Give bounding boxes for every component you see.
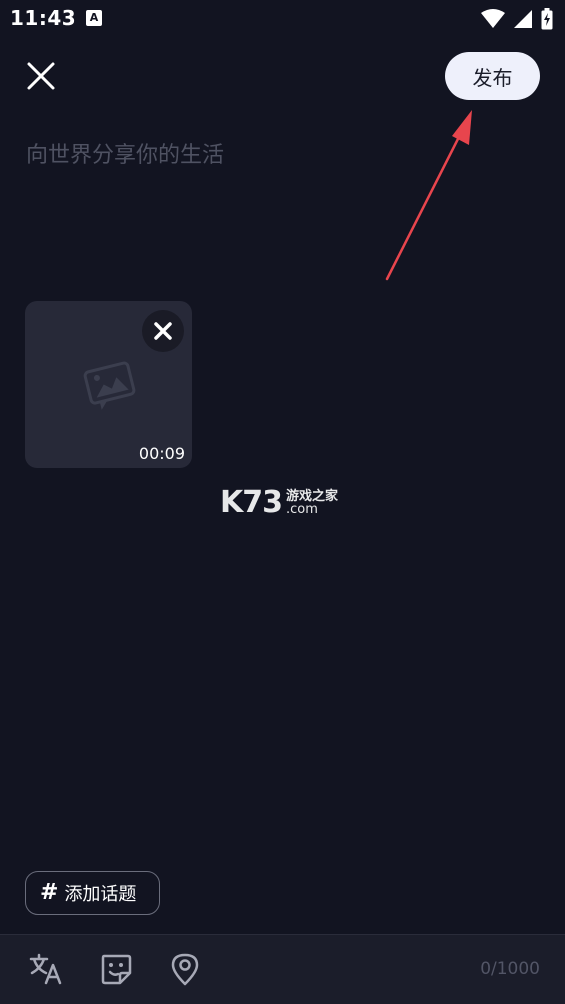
- close-button[interactable]: [20, 55, 62, 97]
- battery-charging-icon: [541, 8, 553, 30]
- notification-app-icon: A: [86, 10, 102, 26]
- status-time: 11:43: [10, 6, 77, 30]
- watermark-brand: K73: [220, 485, 283, 520]
- sticker-button[interactable]: [98, 951, 134, 987]
- watermark-logo: K73 游戏之家 .com: [220, 485, 338, 521]
- location-button[interactable]: [167, 951, 203, 987]
- wifi-icon: [481, 9, 505, 28]
- character-count: 0/1000: [480, 959, 540, 979]
- image-placeholder-icon: [83, 361, 136, 410]
- cellular-signal-icon: [514, 10, 532, 28]
- post-composer-screen: 11:43 A 发布 向世界分享你的生活 00:09 K73 游戏之家 .com…: [0, 0, 565, 1004]
- publish-button[interactable]: 发布: [445, 52, 540, 100]
- translate-button[interactable]: [28, 951, 64, 987]
- add-topic-label: 添加话题: [64, 884, 137, 905]
- bottom-toolbar: 0/1000: [0, 934, 565, 1004]
- close-icon: [154, 322, 172, 340]
- location-pin-icon: [171, 953, 199, 986]
- status-indicators: [481, 8, 553, 30]
- sticker-icon: [101, 954, 132, 985]
- video-duration: 00:09: [138, 444, 185, 463]
- watermark-domain: .com: [286, 502, 318, 517]
- close-icon: [27, 62, 55, 90]
- post-text-input[interactable]: [26, 130, 536, 180]
- translate-icon: [29, 953, 62, 985]
- status-bar: 11:43 A: [0, 0, 565, 38]
- add-topic-button[interactable]: # 添加话题: [25, 871, 160, 915]
- watermark-side: 游戏之家 .com: [286, 490, 338, 516]
- remove-media-button[interactable]: [142, 310, 184, 352]
- hashtag-icon: #: [40, 880, 59, 905]
